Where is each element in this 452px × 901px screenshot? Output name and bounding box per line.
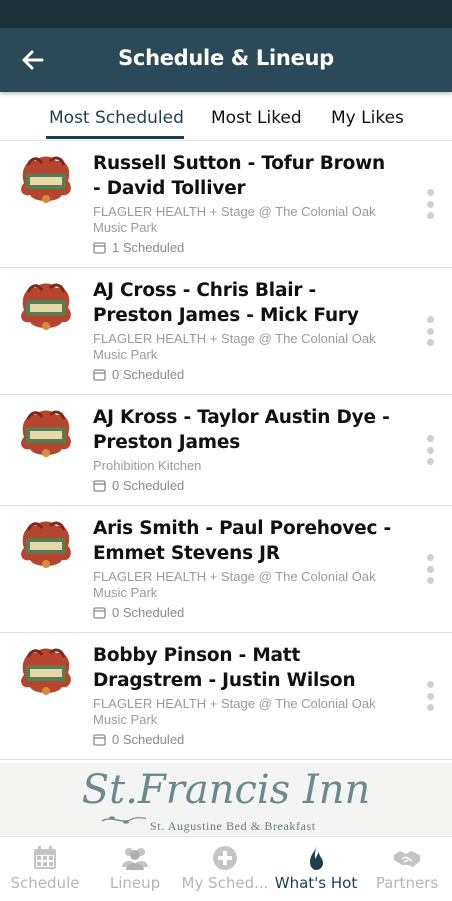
list-item[interactable]: AJ Cross - Chris Blair - Preston James -… [0,268,452,395]
calendar-small-icon [93,369,106,381]
dot-icon [426,339,434,346]
dot-icon [426,681,434,688]
nav-schedule[interactable]: Schedule [0,843,90,899]
nav-label: Lineup [109,874,161,892]
dot-icon [426,565,434,573]
nav-whats-hot[interactable]: What's Hot [271,843,361,899]
event-venue: Prohibition Kitchen [93,458,202,473]
event-venue: FLAGLER HEALTH + Stage @ The Colonial Oa… [93,204,376,235]
scheduled-count: 0 Scheduled [93,605,184,620]
plus-circle-icon [213,846,237,870]
app-header: Schedule & Lineup [0,28,452,92]
nav-label: Partners [375,874,439,892]
event-list: Russell Sutton - Tofur Brown - David Tol… [0,141,452,760]
more-options-button[interactable] [422,189,438,219]
status-bar [0,0,452,28]
more-options-button[interactable] [422,554,438,584]
event-venue: FLAGLER HEALTH + Stage @ The Colonial Oa… [93,331,376,362]
scheduled-text: 0 Scheduled [112,478,185,493]
nav-partners[interactable]: Partners [362,843,452,899]
people-icon [122,848,148,870]
list-item[interactable]: Bobby Pinson - Matt Dragstrem - Justin W… [0,633,452,760]
dot-icon [426,458,434,465]
nav-label: My Sched... [181,874,269,892]
scheduled-text: 0 Scheduled [112,732,185,747]
list-item[interactable]: AJ Kross - Taylor Austin Dye - Preston J… [0,395,452,506]
handshake-icon [394,851,420,867]
scheduled-count: 0 Scheduled [93,478,184,493]
nav-my-schedule[interactable]: My Sched... [180,843,270,899]
dot-icon [426,692,434,700]
more-options-button[interactable] [422,316,438,346]
dot-icon [426,200,434,208]
nav-label: Schedule [10,874,80,892]
tab-most-liked[interactable]: Most Liked [211,92,302,140]
list-item[interactable]: Russell Sutton - Tofur Brown - David Tol… [0,141,452,268]
calendar-icon [34,846,56,869]
dot-icon [426,212,434,219]
calendar-small-icon [93,607,106,619]
tab-bar: Most Scheduled Most Liked My Likes [0,92,452,141]
event-title: AJ Kross - Taylor Austin Dye - Preston J… [93,407,390,453]
event-title: AJ Cross - Chris Blair - Preston James -… [93,280,359,326]
dot-icon [426,446,434,454]
scheduled-count: 0 Scheduled [93,732,184,747]
event-logo-icon [21,156,71,203]
nav-label: What's Hot [274,874,358,892]
nav-lineup[interactable]: Lineup [90,843,180,899]
event-venue: FLAGLER HEALTH + Stage @ The Colonial Oa… [93,569,376,600]
dot-icon [426,577,434,584]
more-options-button[interactable] [422,681,438,711]
page-title: Schedule & Lineup [118,46,334,70]
calendar-small-icon [93,242,106,254]
dot-icon [426,554,434,561]
event-logo-icon [21,521,71,568]
event-title: Russell Sutton - Tofur Brown - David Tol… [93,153,385,199]
tab-active-indicator [46,136,184,139]
event-venue: FLAGLER HEALTH + Stage @ The Colonial Oa… [93,696,376,727]
list-item[interactable]: Aris Smith - Paul Porehovec - Emmet Stev… [0,506,452,633]
scheduled-text: 0 Scheduled [112,367,185,382]
calendar-small-icon [93,480,106,492]
scheduled-count: 1 Scheduled [93,240,184,255]
event-logo-icon [21,410,71,457]
banner-title: St.Francis Inn [81,767,371,813]
scheduled-text: 1 Scheduled [112,240,185,255]
dot-icon [426,316,434,323]
dot-icon [426,704,434,711]
event-title: Bobby Pinson - Matt Dragstrem - Justin W… [93,645,356,691]
banner-subtitle: St. Augustine Bed & Breakfast [150,819,316,833]
scheduled-text: 0 Scheduled [112,605,185,620]
event-logo-icon [21,648,71,695]
event-logo-icon [21,283,71,330]
tab-my-likes[interactable]: My Likes [331,92,404,140]
sponsor-banner[interactable]: St.Francis Inn St. Augustine Bed & Break… [0,763,452,835]
dot-icon [426,189,434,196]
tab-most-scheduled[interactable]: Most Scheduled [49,92,184,140]
event-title: Aris Smith - Paul Porehovec - Emmet Stev… [93,518,391,564]
dot-icon [426,435,434,442]
bottom-navigation: Schedule Lineup My Sched... What's Hot P… [0,836,452,901]
scheduled-count: 0 Scheduled [93,367,184,382]
flame-icon [310,846,323,870]
calendar-small-icon [93,734,106,746]
dot-icon [426,327,434,335]
more-options-button[interactable] [422,435,438,465]
vine-ornament-icon [101,816,147,824]
